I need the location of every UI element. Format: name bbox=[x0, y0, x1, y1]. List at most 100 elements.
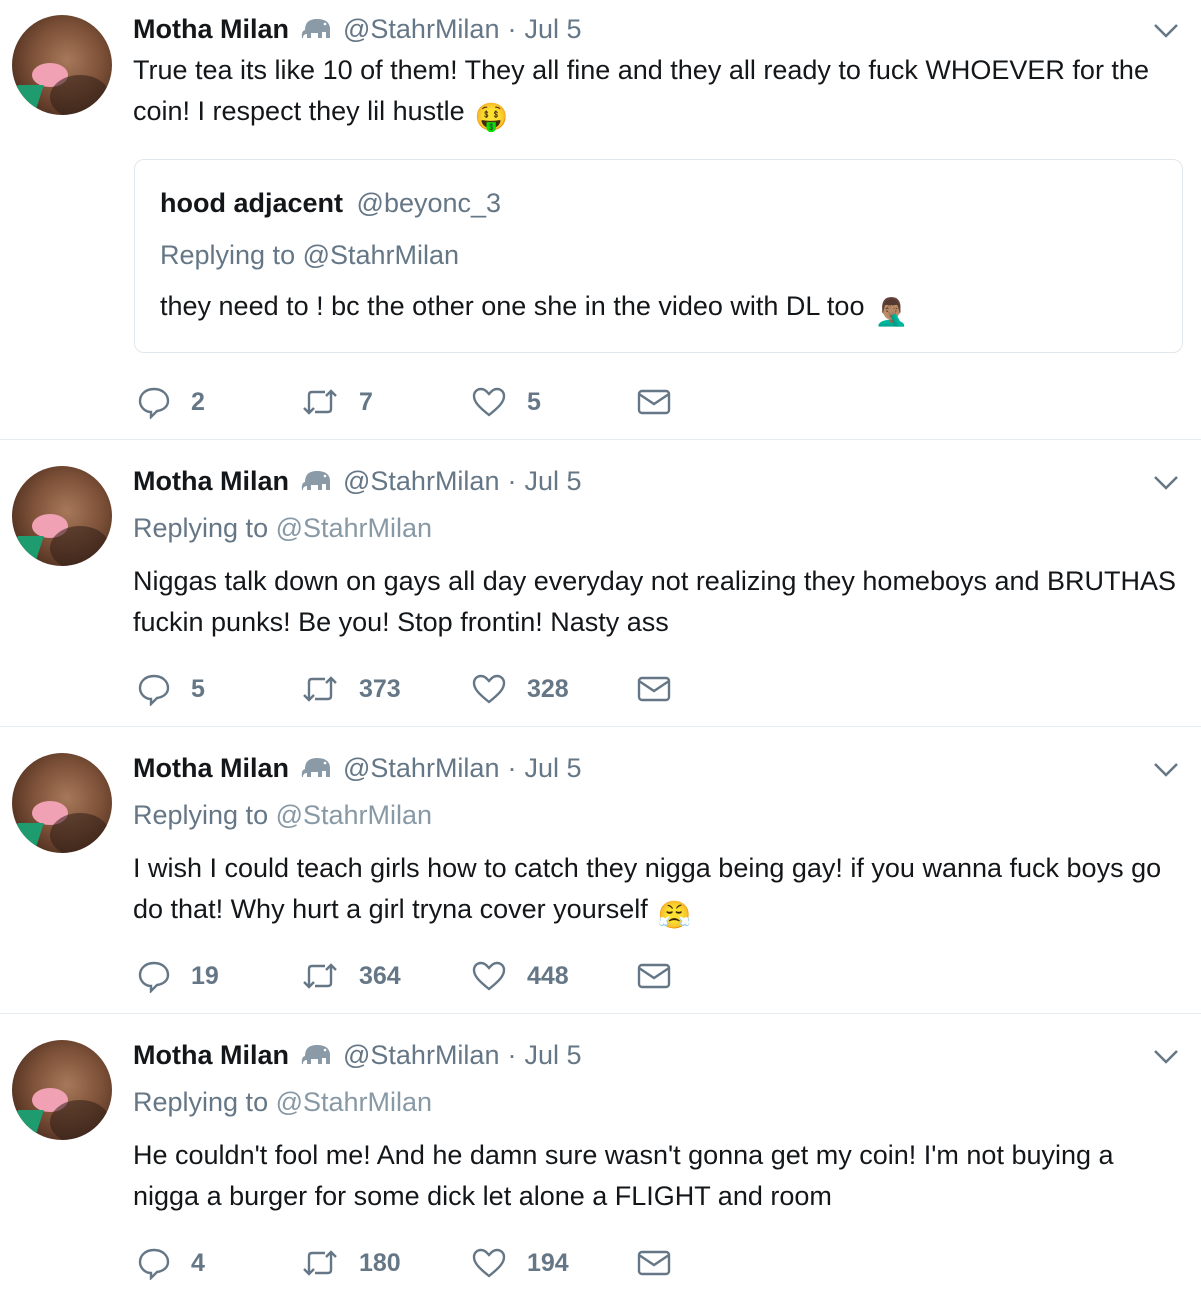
envelope-icon bbox=[637, 1250, 671, 1276]
tweet-text: Niggas talk down on gays all day everyda… bbox=[133, 566, 1177, 637]
tweet-date[interactable]: Jul 5 bbox=[524, 1040, 581, 1071]
reply-button[interactable]: 4 bbox=[137, 1243, 205, 1283]
like-count: 194 bbox=[527, 1248, 569, 1277]
quote-text: they need to ! bc the other one she in t… bbox=[160, 291, 909, 327]
envelope-icon bbox=[637, 676, 671, 702]
tweet-actions: 2 7 5 bbox=[133, 382, 693, 422]
tweet-text: True tea its like 10 of them! They all f… bbox=[133, 50, 1183, 138]
direct-message-button[interactable] bbox=[637, 1243, 691, 1283]
retweet-button[interactable]: 180 bbox=[301, 1243, 401, 1283]
avatar[interactable] bbox=[12, 1040, 112, 1140]
envelope-icon bbox=[637, 389, 671, 415]
reply-button[interactable]: 5 bbox=[137, 669, 205, 709]
retweet-icon bbox=[303, 389, 337, 415]
tweet-actions: 19 364 448 bbox=[133, 956, 693, 996]
elephant-icon bbox=[301, 19, 330, 38]
replying-to: Replying to @StahrMilan bbox=[133, 1087, 433, 1117]
reply-bubble-icon bbox=[138, 387, 170, 419]
retweet-count: 180 bbox=[359, 1248, 401, 1277]
replying-handle[interactable]: @StahrMilan bbox=[276, 513, 432, 543]
like-button[interactable]: 448 bbox=[471, 956, 569, 996]
heart-icon bbox=[472, 1248, 506, 1278]
heart-icon bbox=[472, 961, 506, 991]
tweet-text: He couldn't fool me! And he damn sure wa… bbox=[133, 1140, 1114, 1211]
heart-icon bbox=[472, 674, 506, 704]
reply-button[interactable]: 2 bbox=[137, 382, 205, 422]
tweet-actions: 5 373 328 bbox=[133, 669, 693, 709]
author-handle[interactable]: @StahrMilan bbox=[343, 1040, 499, 1071]
retweet-icon bbox=[303, 963, 337, 989]
emoji: 😤 bbox=[657, 900, 692, 930]
separator: · bbox=[507, 13, 517, 44]
reply-bubble-icon bbox=[138, 674, 170, 706]
retweet-count: 373 bbox=[359, 674, 401, 703]
tweet-date[interactable]: Jul 5 bbox=[524, 466, 581, 497]
reply-bubble-icon bbox=[138, 961, 170, 993]
direct-message-button[interactable] bbox=[637, 382, 691, 422]
avatar[interactable] bbox=[12, 15, 112, 115]
quote-author-name: hood adjacent bbox=[160, 188, 344, 218]
retweet-button[interactable]: 7 bbox=[301, 382, 373, 422]
chevron-down-icon[interactable] bbox=[1151, 1046, 1181, 1066]
tweet-header: Motha Milan @StahrMilan · Jul 5 bbox=[133, 463, 582, 499]
retweet-button[interactable]: 364 bbox=[301, 956, 401, 996]
elephant-icon bbox=[301, 471, 330, 490]
author-name[interactable]: Motha Milan bbox=[133, 753, 289, 784]
replying-to: Replying to @StahrMilan bbox=[133, 513, 433, 543]
tweet-header: Motha Milan @StahrMilan · Jul 5 bbox=[133, 11, 582, 47]
chevron-down-icon[interactable] bbox=[1151, 759, 1181, 779]
quote-author-handle: @beyonc_3 bbox=[356, 188, 502, 218]
tweet-date[interactable]: Jul 5 bbox=[524, 14, 581, 45]
tweet[interactable]: Motha Milan @StahrMilan · Jul 5 Replying… bbox=[0, 727, 1201, 1014]
direct-message-button[interactable] bbox=[637, 956, 691, 996]
emoji: 🤦🏽‍♂️ bbox=[874, 297, 909, 327]
reply-count: 4 bbox=[191, 1248, 205, 1277]
reply-bubble-icon bbox=[138, 1248, 170, 1280]
avatar[interactable] bbox=[12, 466, 112, 566]
retweet-icon bbox=[303, 1250, 337, 1276]
author-handle[interactable]: @StahrMilan bbox=[343, 14, 499, 45]
like-button[interactable]: 328 bbox=[471, 669, 569, 709]
reply-button[interactable]: 19 bbox=[137, 956, 219, 996]
retweet-button[interactable]: 373 bbox=[301, 669, 401, 709]
reply-count: 19 bbox=[191, 961, 219, 990]
like-button[interactable]: 5 bbox=[471, 382, 541, 422]
quoted-tweet[interactable]: hood adjacent @beyonc_3 Replying to @Sta… bbox=[134, 159, 1183, 353]
elephant-icon bbox=[301, 758, 330, 777]
retweet-count: 364 bbox=[359, 961, 401, 990]
author-handle[interactable]: @StahrMilan bbox=[343, 753, 499, 784]
author-handle[interactable]: @StahrMilan bbox=[343, 466, 499, 497]
like-count: 448 bbox=[527, 961, 569, 990]
separator: · bbox=[507, 752, 517, 783]
replying-handle[interactable]: @StahrMilan bbox=[276, 800, 432, 830]
avatar[interactable] bbox=[12, 753, 112, 853]
tweet[interactable]: Motha Milan @StahrMilan · Jul 5 Replying… bbox=[0, 440, 1201, 727]
tweet-header: Motha Milan @StahrMilan · Jul 5 bbox=[133, 1037, 582, 1073]
author-name[interactable]: Motha Milan bbox=[133, 14, 289, 45]
chevron-down-icon[interactable] bbox=[1151, 20, 1181, 40]
direct-message-button[interactable] bbox=[637, 669, 691, 709]
tweet-text: I wish I could teach girls how to catch … bbox=[133, 848, 1183, 936]
tweet-header: Motha Milan @StahrMilan · Jul 5 bbox=[133, 750, 582, 786]
reply-count: 2 bbox=[191, 387, 205, 416]
like-button[interactable]: 194 bbox=[471, 1243, 569, 1283]
tweet-date[interactable]: Jul 5 bbox=[524, 753, 581, 784]
tweet-actions: 4 180 194 bbox=[133, 1243, 693, 1283]
separator: · bbox=[507, 1039, 517, 1070]
chevron-down-icon[interactable] bbox=[1151, 472, 1181, 492]
author-name[interactable]: Motha Milan bbox=[133, 1040, 289, 1071]
separator: · bbox=[507, 465, 517, 496]
elephant-icon bbox=[301, 1045, 330, 1064]
quote-replying-to: Replying to @StahrMilan bbox=[160, 240, 460, 270]
author-name[interactable]: Motha Milan bbox=[133, 466, 289, 497]
emoji: 🤑 bbox=[474, 102, 509, 132]
heart-icon bbox=[472, 387, 506, 417]
replying-handle[interactable]: @StahrMilan bbox=[276, 1087, 432, 1117]
quote-header: hood adjacent @beyonc_3 bbox=[160, 188, 501, 219]
replying-to: Replying to @StahrMilan bbox=[133, 800, 433, 830]
retweet-count: 7 bbox=[359, 387, 373, 416]
tweet[interactable]: Motha Milan @StahrMilan · Jul 5 True tea… bbox=[0, 0, 1201, 440]
tweet[interactable]: Motha Milan @StahrMilan · Jul 5 Replying… bbox=[0, 1014, 1201, 1295]
retweet-icon bbox=[303, 676, 337, 702]
like-count: 5 bbox=[527, 387, 541, 416]
